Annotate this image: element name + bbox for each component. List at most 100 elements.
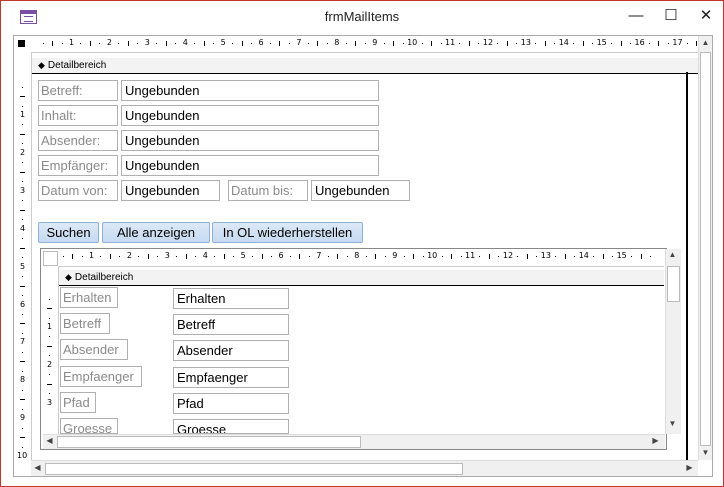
sub-label-betreff: Betreff <box>60 313 110 334</box>
ruler-tick <box>80 43 82 44</box>
ruler-tick <box>317 41 319 46</box>
ruler-tick <box>47 345 52 347</box>
subform-vscroll-thumb[interactable] <box>667 266 680 302</box>
minimize-button[interactable]: — <box>621 5 651 27</box>
ruler-tick <box>289 256 291 257</box>
form-right-edge[interactable] <box>686 72 688 460</box>
ruler-number: 4 <box>202 251 208 260</box>
sub-field-groesse[interactable]: Groesse <box>173 419 289 434</box>
scroll-left-arrow-icon[interactable]: ◀ <box>43 436 56 445</box>
ruler-tick <box>612 256 614 257</box>
sub-field-pfad[interactable]: Pfad <box>173 393 289 414</box>
ruler-tick <box>497 43 499 44</box>
scroll-left-arrow-icon[interactable]: ◀ <box>31 463 44 472</box>
form-selector[interactable] <box>18 40 25 47</box>
ruler-number: 11 <box>445 38 456 47</box>
sub-field-betreff[interactable]: Betreff <box>173 314 289 335</box>
sub-field-absender[interactable]: Absender <box>173 340 289 361</box>
scroll-down-arrow-icon[interactable]: ▼ <box>699 448 712 457</box>
empfaenger-field[interactable]: Ungebunden <box>121 155 379 176</box>
vertical-ruler[interactable]: 1 2 3 4 5 6 7 8 9 10 <box>14 52 32 460</box>
subform-vertical-ruler[interactable]: 1 2 3 <box>41 266 59 434</box>
ruler-tick <box>22 86 23 88</box>
ruler-number: 9 <box>392 251 398 260</box>
main-vertical-scrollbar[interactable]: ▲ ▼ <box>698 36 712 460</box>
ruler-tick <box>176 256 178 257</box>
form-window: frmMailItems — ☐ ✕ 1 2 3 4 5 6 7 8 9 10 11 12 13 14 15… <box>0 0 724 487</box>
ruler-tick <box>22 276 23 278</box>
ruler-tick <box>156 43 158 44</box>
scroll-right-arrow-icon[interactable]: ▶ <box>683 463 696 472</box>
ruler-tick <box>147 254 149 259</box>
ruler-tick <box>22 408 23 410</box>
horizontal-ruler[interactable]: 1 2 3 4 5 6 7 8 9 10 11 12 13 14 15 16 17 <box>14 36 698 53</box>
ruler-tick <box>279 41 281 46</box>
absender-field[interactable]: Ungebunden <box>121 130 379 151</box>
scroll-right-arrow-icon[interactable]: ▶ <box>649 436 662 445</box>
ruler-tick <box>555 256 557 257</box>
ruler-number: 2 <box>47 359 53 369</box>
ruler-tick <box>49 393 50 395</box>
suchen-button[interactable]: Suchen <box>38 222 99 243</box>
ruler-number: 8 <box>20 375 26 385</box>
subform-section-header[interactable]: ◆ Detailbereich <box>59 270 664 286</box>
subform-horizontal-scrollbar[interactable]: ◀ ▶ <box>43 434 665 449</box>
main-vscroll-thumb[interactable] <box>700 52 711 446</box>
subform-selector[interactable] <box>43 251 58 266</box>
ruler-number: 4 <box>182 38 188 47</box>
label-datum-bis: Datum bis: <box>228 180 308 201</box>
main-hscroll-thumb[interactable] <box>45 463 463 475</box>
ruler-number: 5 <box>220 38 226 47</box>
ruler-tick <box>81 256 83 257</box>
scroll-up-arrow-icon[interactable]: ▲ <box>699 38 712 47</box>
section-label: Detailbereich <box>47 60 107 71</box>
inhalt-field[interactable]: Ungebunden <box>121 105 379 126</box>
ruler-tick <box>620 41 622 46</box>
ruler-tick <box>49 317 50 319</box>
ruler-number: 10 <box>17 451 28 460</box>
ruler-number: 12 <box>482 38 494 47</box>
sub-field-erhalten[interactable]: Erhalten <box>173 288 289 309</box>
subform-horizontal-ruler[interactable]: 1 2 3 4 5 6 7 8 9 10 11 12 13 14 15 <box>59 249 664 267</box>
subform-hscroll-thumb[interactable] <box>57 436 361 448</box>
close-button[interactable]: ✕ <box>691 5 721 27</box>
ruler-number: 2 <box>126 251 132 260</box>
maximize-button[interactable]: ☐ <box>656 5 686 27</box>
ruler-tick <box>118 43 120 44</box>
section-header-detail[interactable]: ◆ Detailbereich <box>32 58 698 74</box>
ruler-tick <box>137 43 139 44</box>
datum-von-field[interactable]: Ungebunden <box>121 180 220 201</box>
ruler-tick <box>355 41 357 46</box>
ruler-number: 1 <box>89 251 95 260</box>
ruler-tick <box>251 43 253 44</box>
label-betreff: Betreff: <box>38 80 118 101</box>
ruler-number: 13 <box>520 38 531 47</box>
ruler-tick <box>593 256 595 257</box>
ruler-tick <box>630 43 632 44</box>
ruler-tick <box>62 256 64 257</box>
scroll-up-arrow-icon[interactable]: ▲ <box>666 250 679 259</box>
ruler-tick <box>506 41 508 46</box>
ruler-number: 13 <box>540 251 551 260</box>
alle-anzeigen-button[interactable]: Alle anzeigen <box>102 222 210 243</box>
datum-bis-field[interactable]: Ungebunden <box>311 180 410 201</box>
sub-field-empfaenger[interactable]: Empfaenger <box>173 367 289 388</box>
ruler-tick <box>22 200 23 202</box>
ruler-tick <box>109 254 111 259</box>
ruler-tick <box>49 336 50 338</box>
ruler-number: 12 <box>502 251 514 260</box>
main-horizontal-scrollbar[interactable]: ◀ ▶ <box>31 460 698 476</box>
subform-vertical-scrollbar[interactable]: ▲ ▼ <box>665 249 681 434</box>
ruler-tick <box>611 43 613 44</box>
subform-section-label: Detailbereich <box>74 272 134 283</box>
ruler-tick <box>535 43 537 44</box>
restore-to-outlook-button[interactable]: In OL wiederherstellen <box>212 222 363 243</box>
ruler-tick <box>22 143 23 145</box>
scroll-down-arrow-icon[interactable]: ▼ <box>666 419 679 428</box>
sub-label-empfaenger: Empfaenger <box>60 366 142 387</box>
mail-items-subform[interactable]: 1 2 3 4 5 6 7 8 9 10 11 12 13 14 15 123 ◆ Detailbereich… <box>40 248 681 450</box>
ruler-tick <box>536 256 538 257</box>
ruler-tick <box>22 162 23 164</box>
ruler-tick <box>22 389 23 391</box>
betreff-field[interactable]: Ungebunden <box>121 80 379 101</box>
